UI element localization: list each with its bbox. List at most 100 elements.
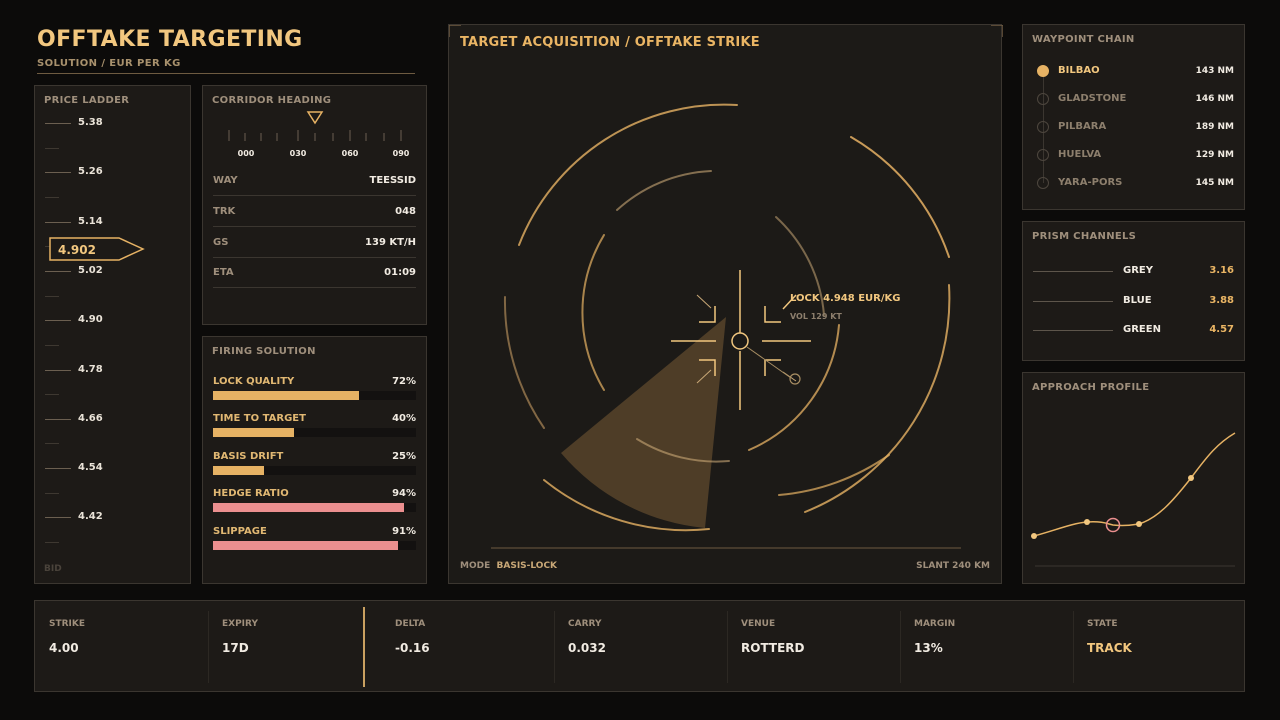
summary-cell-label: DELTA: [395, 619, 426, 629]
firing-metric-fill: [213, 465, 264, 475]
ladder-minor-tick: [45, 443, 59, 445]
firing-metric-label: SLIPPAGE: [213, 525, 267, 537]
prism-channels-panel: PRISM CHANNELS GREY 3.16 BLUE 3.88 GREEN 4.57: [1022, 221, 1245, 361]
firing-metric-track: [213, 465, 416, 475]
summary-cell-label: EXPIRY: [222, 619, 258, 629]
firing-metric-track: [213, 503, 416, 513]
ladder-minor-tick: [45, 147, 59, 149]
prism-channel: GREY 3.16: [1033, 262, 1234, 282]
summary-divider: [900, 611, 901, 683]
ladder-major-tick: [45, 270, 71, 272]
corridor-heading-panel: CORRIDOR HEADING 000 030 060 090 WAY TEE…: [202, 85, 427, 325]
corridor-row-value: TEESSID: [369, 175, 416, 186]
firing-metric-track: [213, 540, 416, 550]
firing-metric-fill: [213, 428, 295, 438]
firing-metric-track: [213, 391, 416, 400]
ladder-major-tick: [45, 172, 71, 174]
waypoint-item[interactable]: PILBARA 189 NM: [1033, 117, 1234, 145]
corridor-row-value: 139 KT/H: [365, 237, 416, 248]
waypoint-item[interactable]: YARA-PORS 145 NM: [1033, 173, 1234, 201]
waypoint-item[interactable]: BILBAO 143 NM: [1033, 61, 1234, 89]
ladder-major-tick: [45, 468, 71, 470]
summary-cell-value: ROTTERD: [741, 641, 805, 655]
ladder-major-tick: [45, 123, 71, 124]
target-acquisition-panel: TARGET ACQUISITION / OFFTAKE STRIKE LOCK…: [448, 24, 1003, 584]
ladder-major-tick: [45, 320, 71, 322]
firing-metric: TIME TO TARGET 40%: [213, 413, 416, 443]
prism-channel-name: GREEN: [1123, 324, 1161, 335]
ladder-price-label: 5.38: [78, 117, 103, 128]
waypoint-name: HUELVA: [1058, 149, 1102, 160]
ladder-minor-tick: [45, 542, 59, 544]
ladder-price-label: 4.78: [78, 363, 103, 375]
firing-solution-panel: FIRING SOLUTION LOCK QUALITY 72% TIME TO T…: [202, 336, 427, 584]
firing-metric-value: 94%: [392, 488, 416, 500]
waypoint-name: GLADSTONE: [1058, 93, 1127, 104]
ladder-price-label: 4.90: [78, 314, 103, 326]
summary-cell-expiry: EXPIRY 17D: [210, 601, 383, 691]
ladder-major-tick: [45, 517, 71, 519]
firing-metric-value: 91%: [392, 525, 416, 537]
mode-readout: MODE BASIS-LOCK: [460, 561, 557, 571]
firing-metric-value: 72%: [392, 376, 416, 387]
corridor-heading-title: CORRIDOR HEADING: [212, 95, 332, 106]
summary-cell-venue: VENUE ROTTERD: [729, 601, 902, 691]
slant-readout: SLANT 240 KM: [916, 561, 990, 571]
corridor-row-way: WAY TEESSID: [213, 166, 416, 196]
strip-accent-divider: [363, 607, 365, 687]
prism-channels-title: PRISM CHANNELS: [1032, 231, 1137, 242]
waypoint-item[interactable]: HUELVA 129 NM: [1033, 145, 1234, 173]
waypoint-chain-panel: WAYPOINT CHAIN BILBAO 143 NM GLADSTONE 146 …: [1022, 24, 1245, 210]
summary-divider: [727, 611, 728, 683]
prism-channel: GREEN 4.57: [1033, 321, 1234, 341]
summary-strip: STRIKE 4.00 EXPIRY 17D DELTA -0.16 CARRY 0.032 V…: [34, 600, 1245, 692]
summary-cell-state: STATE TRACK: [1075, 601, 1248, 691]
prism-channel-line: [1033, 300, 1113, 302]
ladder-price-label: 4.66: [78, 412, 103, 424]
mode-label: MODE: [460, 561, 491, 571]
summary-divider: [554, 611, 555, 683]
bid-label: BID: [44, 564, 62, 574]
summary-cell-strike: STRIKE 4.00: [37, 601, 210, 691]
prism-channel-name: BLUE: [1123, 294, 1152, 306]
volume-readout: VOL 129 KT: [790, 312, 842, 321]
price-ladder-title: PRICE LADDER: [44, 95, 130, 106]
summary-cell-value: TRACK: [1087, 641, 1132, 655]
summary-cell-label: MARGIN: [914, 619, 956, 629]
ladder-price-label: 4.54: [78, 462, 103, 474]
prism-channel-value: 3.88: [1209, 294, 1234, 306]
summary-divider: [208, 611, 209, 683]
summary-divider: [1073, 611, 1074, 683]
waypoint-distance: 145 NM: [1195, 178, 1234, 188]
waypoint-distance: 143 NM: [1195, 66, 1234, 76]
summary-cell-value: 4.00: [49, 641, 79, 655]
prism-channel-name: GREY: [1123, 265, 1153, 276]
firing-solution-title: FIRING SOLUTION: [212, 346, 316, 357]
waypoint-item[interactable]: GLADSTONE 146 NM: [1033, 89, 1234, 117]
waypoint-distance: 146 NM: [1195, 94, 1234, 104]
heading-compass: [228, 111, 402, 141]
compass-label-1: 030: [289, 149, 307, 158]
waypoint-name: BILBAO: [1058, 65, 1100, 76]
prism-channel-value: 3.16: [1209, 265, 1234, 276]
firing-metric: HEDGE RATIO 94%: [213, 488, 416, 518]
firing-metric-label: HEDGE RATIO: [213, 488, 289, 500]
summary-cell-delta: DELTA -0.16: [383, 601, 556, 691]
corridor-row-key: WAY: [213, 175, 238, 186]
firing-metric-value: 25%: [392, 450, 416, 462]
prism-channel-value: 4.57: [1209, 324, 1234, 335]
summary-cell-label: CARRY: [568, 619, 602, 629]
summary-cell-label: STATE: [1087, 619, 1118, 629]
prism-channel: BLUE 3.88: [1033, 292, 1234, 312]
heading-pointer-icon: [306, 111, 324, 125]
corridor-row-value: 048: [395, 206, 416, 217]
waypoint-chain-title: WAYPOINT CHAIN: [1032, 34, 1135, 45]
waypoint-dot-icon: [1037, 177, 1049, 189]
corridor-row-key: TRK: [213, 206, 236, 217]
compass-label-3: 090: [392, 149, 410, 158]
waypoint-name: YARA-PORS: [1058, 177, 1123, 188]
app-subtitle: SOLUTION / EUR PER KG: [37, 58, 181, 69]
header-rule: [37, 73, 415, 74]
waypoint-name: PILBARA: [1058, 121, 1107, 132]
corridor-row-gs: GS 139 KT/H: [213, 228, 416, 258]
